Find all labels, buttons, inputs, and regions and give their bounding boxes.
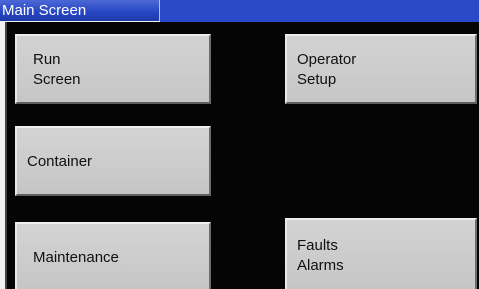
title-bar: Main Screen [0,0,160,21]
window-title: Main Screen [2,2,87,19]
operator-setup-button[interactable]: Operator Setup [285,34,477,104]
faults-alarms-label: Faults Alarms [297,237,344,274]
run-screen-button[interactable]: Run Screen [15,34,211,104]
button-panel: Run Screen Operator Setup Container Main… [5,22,479,289]
container-label: Container [27,153,93,170]
container-button[interactable]: Container [15,126,211,196]
maintenance-label: Maintenance [33,249,119,266]
operator-setup-label: Operator Setup [297,51,357,88]
faults-alarms-button[interactable]: Faults Alarms [285,218,477,289]
main-screen: Main Screen Run Screen Operator Setup Co… [0,0,479,289]
run-screen-label: Run Screen [33,51,81,88]
maintenance-button[interactable]: Maintenance [15,222,211,289]
title-bar-extension [160,0,479,22]
